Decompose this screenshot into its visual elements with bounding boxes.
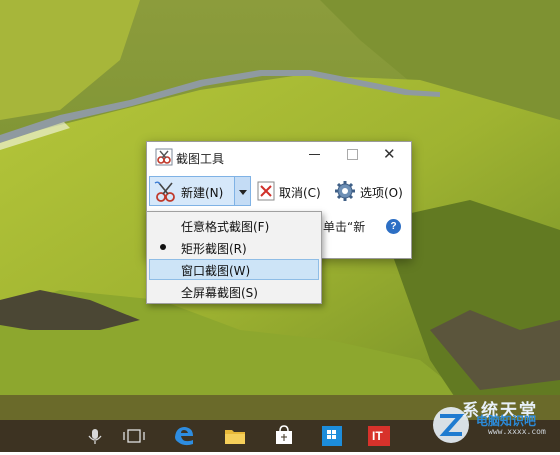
title-bar[interactable]: 截图工具 ✕ — [147, 142, 411, 172]
windows-store-icon[interactable] — [320, 420, 344, 452]
store-icon[interactable] — [272, 420, 296, 452]
new-scissors-icon — [154, 181, 175, 202]
window-title: 截图工具 — [176, 152, 225, 166]
minimize-icon — [309, 154, 320, 155]
microphone-icon[interactable] — [86, 420, 104, 452]
desktop: 截图工具 ✕ 新建(N) 取消(C) 选项(O) 单击“新 ? 任意格式截图(F… — [0, 0, 560, 452]
edge-icon[interactable] — [172, 420, 196, 452]
maximize-icon — [347, 149, 358, 160]
cancel-icon — [257, 181, 275, 201]
watermark-url: www.xxxx.com — [488, 427, 546, 436]
minimize-button[interactable] — [295, 142, 333, 168]
snip-mode-dropdown-button[interactable] — [235, 176, 251, 206]
site-watermark: 系统天堂 电脑知识吧 www.xxxx.com — [428, 394, 558, 450]
cancel-label: 取消(C) — [279, 186, 321, 200]
menu-item-label: 全屏幕截图(S) — [181, 286, 258, 300]
menu-item-window-snip[interactable]: 窗口截图(W) — [149, 259, 319, 280]
menu-item-label: 矩形截图(R) — [181, 242, 247, 256]
new-snip-button[interactable]: 新建(N) — [149, 176, 235, 206]
new-snip-label: 新建(N) — [181, 186, 224, 200]
menu-item-label: 窗口截图(W) — [181, 264, 251, 278]
cancel-button[interactable]: 取消(C) — [253, 176, 325, 206]
chevron-down-icon — [239, 190, 247, 195]
options-label: 选项(O) — [360, 186, 403, 200]
it-app-icon[interactable]: IT — [366, 420, 392, 452]
menu-item-rectangular-snip[interactable]: 矩形截图(R) — [149, 237, 319, 258]
menu-item-free-form-snip[interactable]: 任意格式截图(F) — [149, 215, 319, 236]
toolbar: 新建(N) 取消(C) 选项(O) — [147, 174, 411, 208]
file-explorer-icon[interactable] — [222, 420, 248, 452]
help-icon[interactable]: ? — [386, 219, 401, 234]
selected-bullet-icon — [160, 244, 166, 250]
menu-item-full-screen-snip[interactable]: 全屏幕截图(S) — [149, 281, 319, 302]
instruction-text: 单击“新 — [323, 220, 366, 234]
gear-icon — [335, 181, 355, 201]
task-view-icon[interactable] — [120, 420, 148, 452]
snip-mode-menu: 任意格式截图(F) 矩形截图(R) 窗口截图(W) 全屏幕截图(S) — [146, 211, 322, 304]
menu-item-label: 任意格式截图(F) — [181, 220, 270, 234]
options-button[interactable]: 选项(O) — [331, 176, 409, 206]
maximize-button[interactable] — [333, 142, 371, 168]
close-icon: ✕ — [383, 145, 396, 163]
scissors-icon — [155, 148, 173, 166]
close-button[interactable]: ✕ — [371, 142, 409, 168]
it-app-label: IT — [372, 429, 383, 443]
